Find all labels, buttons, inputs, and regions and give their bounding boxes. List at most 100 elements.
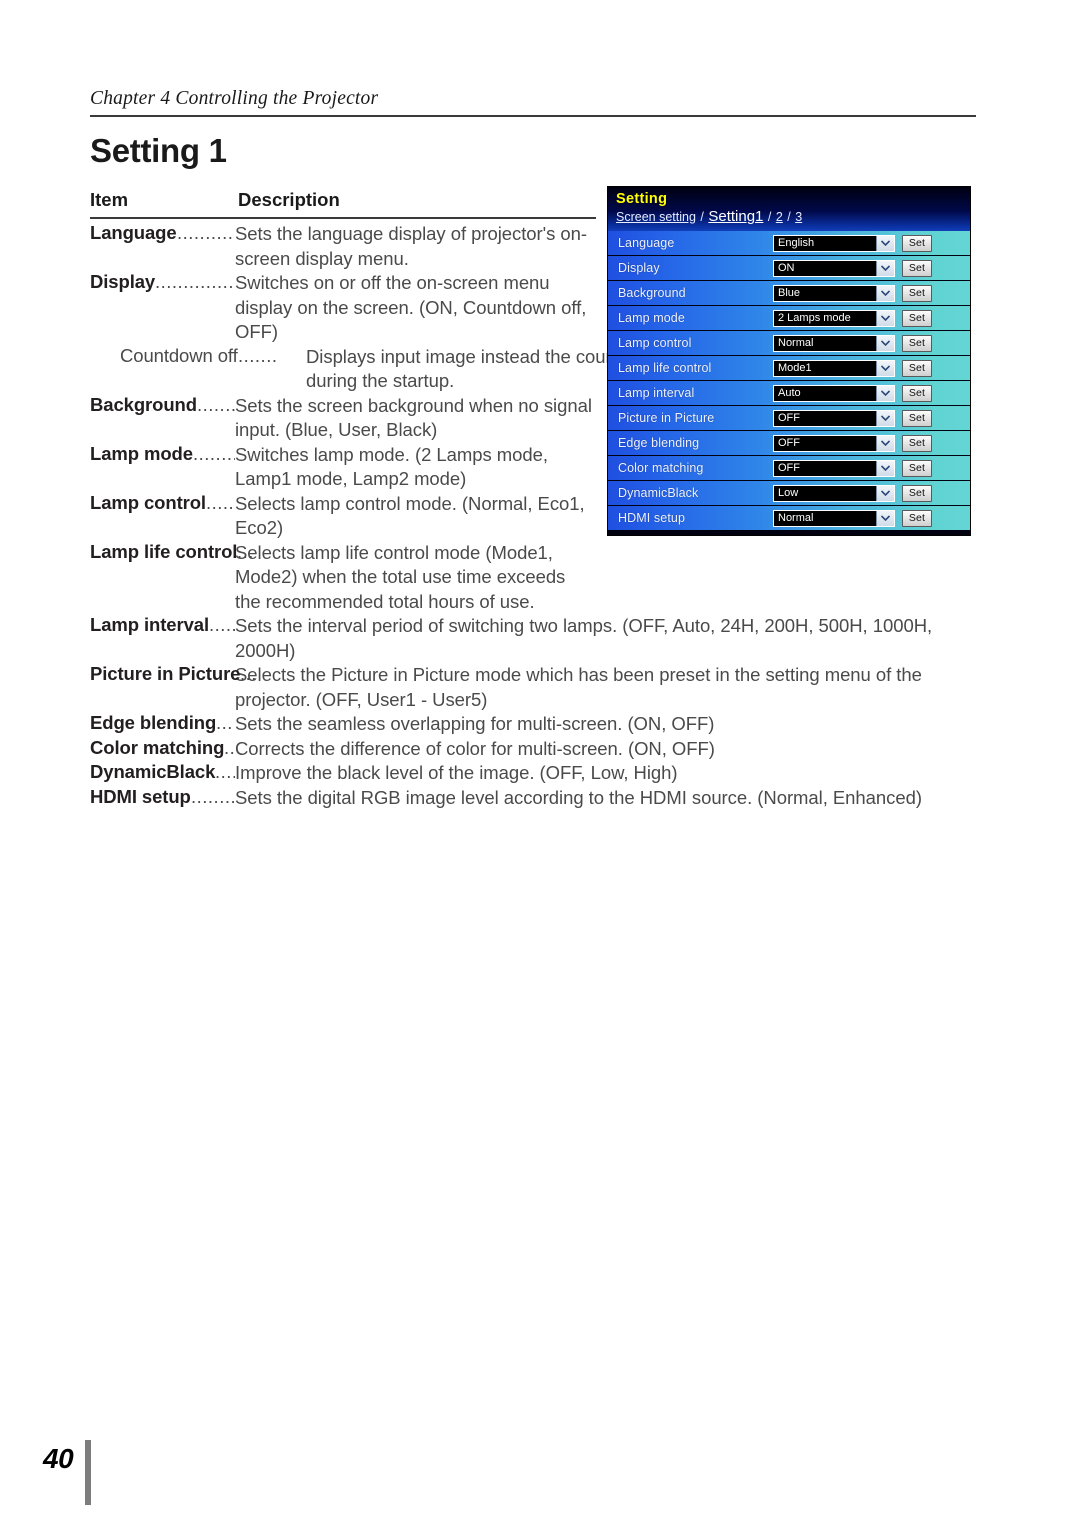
definition-term: Language: [90, 222, 177, 243]
chevron-down-icon[interactable]: [876, 235, 894, 251]
setting-value-dropdown[interactable]: OFF: [773, 409, 895, 427]
setting-row-label: Language: [618, 236, 675, 250]
setting-row-label: Lamp mode: [618, 311, 685, 325]
chevron-down-icon[interactable]: [876, 435, 894, 451]
setting-value-dropdown[interactable]: OFF: [773, 434, 895, 452]
setting-value-text: English: [778, 237, 815, 249]
setting-row-language: Language English Set: [608, 231, 970, 256]
leader-dots: ...: [224, 736, 235, 758]
setting-value-dropdown[interactable]: Auto: [773, 384, 895, 402]
page-number: 40: [43, 1443, 74, 1474]
leader-dots: .....: [209, 614, 235, 635]
column-header-item: Item: [90, 189, 129, 210]
setting-value-text: Normal: [778, 512, 814, 524]
setting-value-dropdown[interactable]: 2 Lamps mode: [773, 309, 895, 327]
set-button[interactable]: Set: [902, 384, 932, 402]
chevron-down-icon[interactable]: [876, 310, 894, 326]
set-button[interactable]: Set: [902, 234, 932, 252]
leader-dots: ....: [215, 761, 235, 782]
setting-value-dropdown[interactable]: Blue: [773, 284, 895, 302]
definition-term: Lamp mode: [90, 442, 193, 464]
table-header: Item Description: [90, 189, 596, 220]
set-button[interactable]: Set: [902, 434, 932, 452]
definition-term: Edge blending: [90, 712, 217, 733]
definition-term: Background: [90, 393, 197, 415]
column-header-description: Description: [238, 189, 340, 210]
setting-value-text: Low: [778, 487, 799, 499]
setting-value-text: Auto: [778, 387, 801, 399]
chevron-down-icon[interactable]: [876, 260, 894, 276]
leader-dots: .........: [193, 442, 235, 464]
breadcrumb-screen-setting[interactable]: Screen setting: [616, 210, 696, 224]
definition-body: Selects the Picture in Picture mode whic…: [235, 664, 922, 710]
projector-web-settings-panel: Setting Screen setting / Setting1 / 2 / …: [607, 186, 971, 536]
set-button[interactable]: Set: [902, 484, 932, 502]
set-button[interactable]: Set: [902, 459, 932, 477]
breadcrumb-separator-2: /: [764, 210, 775, 224]
leader-dots: ..............: [177, 222, 235, 243]
definition-body: Sets the interval period of switching tw…: [235, 615, 933, 661]
setting-row-label: Display: [618, 261, 660, 275]
setting-row-background: Background Blue Set: [608, 281, 970, 306]
table-header-rule: [90, 217, 596, 220]
set-button[interactable]: Set: [902, 259, 932, 277]
set-button[interactable]: Set: [902, 359, 932, 377]
definition-body: Corrects the difference of color for mul…: [235, 737, 715, 759]
settings-rows: Language English Set Display ON Set Background…: [608, 231, 970, 531]
definition-body: Selects lamp life control mode (Mode1, M…: [235, 541, 566, 612]
setting-value-dropdown[interactable]: Normal: [773, 334, 895, 352]
leader-dots: ...: [237, 540, 254, 562]
setting-row-label: Background: [618, 286, 686, 300]
chevron-down-icon[interactable]: [876, 460, 894, 476]
breadcrumb-setting1[interactable]: Setting1: [708, 208, 763, 225]
setting-row-display: Display ON Set: [608, 256, 970, 281]
setting-value-dropdown[interactable]: Normal: [773, 509, 895, 527]
leader-dots: .......: [238, 344, 278, 366]
setting-value-text: 2 Lamps mode: [778, 312, 851, 324]
setting-row-edge-blending: Edge blending OFF Set: [608, 431, 970, 456]
definition-body: Sets the language display of projector's…: [235, 223, 588, 269]
chevron-down-icon[interactable]: [876, 485, 894, 501]
panel-title: Setting: [616, 191, 668, 207]
setting-value-text: OFF: [778, 462, 800, 474]
chevron-down-icon[interactable]: [876, 335, 894, 351]
definition-term: Color matching: [90, 736, 225, 758]
setting-row-lamp-control: Lamp control Normal Set: [608, 331, 970, 356]
definition-row: Picture in Picture... Selects the Picture…: [90, 663, 980, 712]
chevron-down-icon[interactable]: [876, 410, 894, 426]
leader-dots: ...................: [155, 271, 235, 292]
setting-row-label: Color matching: [618, 461, 704, 475]
setting-value-dropdown[interactable]: Low: [773, 484, 895, 502]
setting-row-lamp-life-control: Lamp life control Mode1 Set: [608, 356, 970, 381]
definition-term: DynamicBlack: [90, 761, 216, 782]
chevron-down-icon[interactable]: [876, 385, 894, 401]
setting-row-label: Lamp life control: [618, 361, 712, 375]
chevron-down-icon[interactable]: [876, 510, 894, 526]
setting-value-dropdown[interactable]: English: [773, 234, 895, 252]
running-head: Chapter 4 Controlling the Projector: [90, 88, 976, 118]
setting-row-label: HDMI setup: [618, 511, 685, 525]
leader-dots: .........: [197, 393, 235, 415]
set-button[interactable]: Set: [902, 509, 932, 527]
breadcrumb-setting2[interactable]: 2: [776, 210, 783, 224]
set-button[interactable]: Set: [902, 334, 932, 352]
setting-row-lamp-mode: Lamp mode 2 Lamps mode Set: [608, 306, 970, 331]
setting-value-dropdown[interactable]: ON: [773, 259, 895, 277]
set-button[interactable]: Set: [902, 284, 932, 302]
set-button[interactable]: Set: [902, 309, 932, 327]
set-button[interactable]: Set: [902, 409, 932, 427]
definition-body: Switches lamp mode. (2 Lamps mode, Lamp1…: [235, 443, 548, 490]
chevron-down-icon[interactable]: [876, 285, 894, 301]
setting-value-dropdown[interactable]: OFF: [773, 459, 895, 477]
setting-row-label: DynamicBlack: [618, 486, 699, 500]
definition-row: HDMI setup.........Sets the digital RGB …: [90, 786, 980, 811]
breadcrumb-setting3[interactable]: 3: [795, 210, 802, 224]
leader-dots: ......: [206, 491, 235, 513]
definition-body: Sets the screen background when no signa…: [235, 394, 592, 441]
definition-row: Lamp life control... Selects lamp life co…: [90, 541, 980, 615]
setting-value-dropdown[interactable]: Mode1: [773, 359, 895, 377]
setting-row-label: Picture in Picture: [618, 411, 715, 425]
setting-value-text: ON: [778, 262, 795, 274]
chevron-down-icon[interactable]: [876, 360, 894, 376]
definition-row: DynamicBlack....Improve the black level …: [90, 761, 980, 786]
